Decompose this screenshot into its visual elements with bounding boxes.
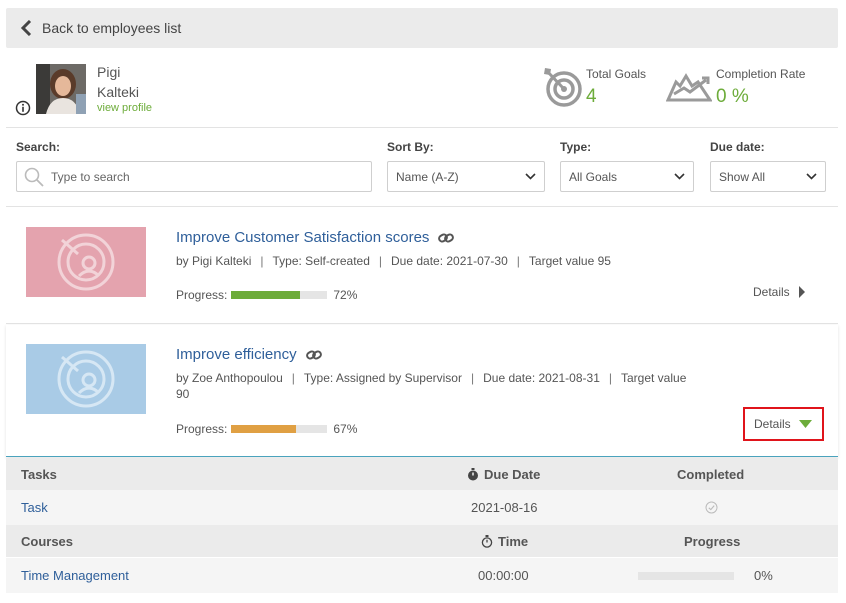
course-time: 00:00:00	[478, 568, 529, 583]
progress-bar	[231, 291, 328, 299]
total-goals-label: Total Goals	[586, 67, 647, 81]
caret-down-icon	[798, 420, 812, 428]
table-row: Time Management 00:00:00 0%	[6, 558, 838, 593]
details-button[interactable]: Details	[743, 407, 824, 441]
progress-label: Progress:	[176, 288, 228, 302]
table-row: Task 2021-08-16	[6, 490, 838, 525]
sort-label: Sort By:	[387, 140, 434, 154]
completion-rate-label: Completion Rate	[716, 67, 806, 81]
goal-type: Type: Self-created	[272, 254, 370, 268]
search-input[interactable]: Type to search	[16, 161, 372, 192]
goal-progress: Progress: 72%	[176, 288, 357, 302]
time-column-header: Time	[481, 525, 528, 557]
type-select-value: All Goals	[569, 169, 618, 184]
course-progress: 0%	[638, 558, 773, 593]
goal-card: Improve Customer Satisfaction scores by …	[6, 208, 838, 324]
goal-title: Improve Customer Satisfaction scores	[176, 229, 430, 246]
link-icon	[438, 233, 455, 242]
goal-type: Type: Assigned by Supervisor	[303, 371, 462, 385]
due-date-column-label: Due Date	[484, 466, 541, 482]
chevron-left-icon	[20, 20, 32, 36]
employee-last-name: Kalteki	[97, 84, 140, 100]
due-date-label: Due date:	[710, 140, 765, 154]
stopwatch-icon	[481, 534, 493, 548]
progress-bar-fill	[231, 291, 301, 299]
employee-name: Pigi Kalteki	[97, 62, 139, 102]
due-date-column-header: Due Date	[467, 458, 540, 490]
goal-owner: by Zoe Anthopoulou	[176, 371, 283, 385]
course-name-link[interactable]: Time Management	[21, 558, 129, 593]
goal-target-value: 90	[176, 387, 190, 401]
goal-thumbnail	[26, 227, 146, 297]
caret-right-icon	[798, 286, 805, 298]
details-label: Details	[753, 285, 790, 299]
search-icon	[24, 167, 44, 187]
chevron-down-icon	[806, 173, 817, 180]
task-completed-cell	[705, 490, 718, 525]
goal-details-panel: Tasks Due Date Completed Task 2021-08-16…	[6, 458, 838, 603]
goal-card-expanded: Improve efficiency by Zoe Anthopoulou | Ty…	[6, 325, 838, 457]
view-profile-link[interactable]: view profile	[97, 102, 152, 114]
stopwatch-icon	[468, 467, 478, 480]
link-icon	[305, 350, 322, 359]
goal-meta: by Pigi Kalteki | Type: Self-created | Due d…	[176, 254, 611, 268]
search-label: Search:	[16, 140, 61, 154]
goal-title-link[interactable]: Improve Customer Satisfaction scores	[176, 229, 455, 246]
avatar	[36, 64, 86, 114]
progress-bar-fill	[231, 425, 296, 433]
progress-bar	[231, 425, 328, 433]
courses-header: Courses Time Progress	[6, 525, 838, 557]
profile-header: Pigi Kalteki view profile Total Goals 4 …	[6, 56, 838, 126]
progress-bar	[638, 571, 734, 580]
back-to-list-bar[interactable]: Back to employees list	[6, 8, 838, 48]
filters-bar: Search: Type to search Sort By: Name (A-…	[6, 127, 838, 207]
type-label: Type:	[560, 140, 592, 154]
time-column-label: Time	[498, 533, 529, 549]
check-circle-icon	[705, 501, 718, 514]
goal-title-link[interactable]: Improve efficiency	[176, 346, 322, 363]
task-due-date: 2021-08-16	[471, 500, 538, 515]
due-date-select-value: Show All	[719, 169, 766, 184]
goal-target-icon	[57, 350, 115, 408]
task-name-link[interactable]: Task	[21, 490, 48, 525]
courses-column-header: Courses	[21, 533, 74, 549]
type-select[interactable]: All Goals	[560, 161, 694, 192]
progress-percent: 72%	[333, 288, 358, 302]
sort-select-value: Name (A-Z)	[396, 169, 459, 184]
goal-due-date: Due date: 2021-08-31	[483, 371, 600, 385]
employee-first-name: Pigi	[97, 64, 121, 80]
total-goals-value: 4	[586, 86, 597, 107]
completed-column-header: Completed	[677, 466, 745, 482]
target-icon	[544, 68, 582, 107]
goal-meta: by Zoe Anthopoulou | Type: Assigned by Sup…	[176, 371, 687, 401]
info-icon[interactable]	[15, 100, 31, 116]
search-placeholder: Type to search	[51, 169, 130, 184]
completion-rate-value: 0 %	[716, 86, 749, 107]
due-date-select[interactable]: Show All	[710, 161, 826, 192]
details-label: Details	[754, 417, 791, 431]
tasks-column-header: Tasks	[21, 466, 57, 482]
goal-progress: Progress: 67%	[176, 422, 357, 436]
sort-select[interactable]: Name (A-Z)	[387, 161, 545, 192]
details-button[interactable]: Details	[753, 285, 806, 299]
chevron-down-icon	[674, 173, 685, 180]
progress-column-header: Progress	[684, 533, 741, 549]
progress-percent: 67%	[333, 422, 358, 436]
completion-rate-icon	[666, 73, 712, 102]
goal-thumbnail	[26, 344, 146, 414]
goal-owner: by Pigi Kalteki	[176, 254, 252, 268]
progress-label: Progress:	[176, 422, 228, 436]
back-to-list-label: Back to employees list	[42, 20, 182, 36]
goal-target-icon	[57, 233, 115, 291]
tasks-header: Tasks Due Date Completed	[6, 458, 838, 490]
progress-percent: 0%	[754, 568, 773, 583]
goal-target: Target value	[621, 371, 687, 385]
goal-target: Target value 95	[528, 254, 611, 268]
chevron-down-icon	[525, 173, 536, 180]
goal-title: Improve efficiency	[176, 346, 297, 363]
goal-due-date: Due date: 2021-07-30	[391, 254, 508, 268]
